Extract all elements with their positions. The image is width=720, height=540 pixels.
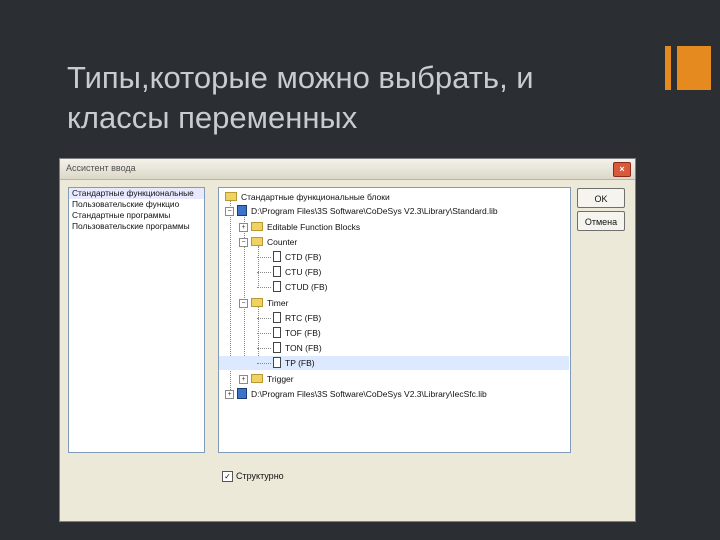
tree-connector xyxy=(257,287,271,289)
tree-connector xyxy=(257,257,271,259)
input-assistant-dialog: Ассистент ввода × Стандартные функционал… xyxy=(59,158,636,522)
folder-icon xyxy=(251,222,263,231)
category-list[interactable]: Стандартные функциональные Пользовательс… xyxy=(68,187,205,453)
corner-bar xyxy=(665,46,671,90)
tree-connector xyxy=(257,348,271,350)
corner-box xyxy=(677,46,711,90)
tree-view[interactable]: Стандартные функциональные блоки − D:\Pr… xyxy=(218,187,571,453)
corner-decoration xyxy=(665,46,711,90)
library-icon xyxy=(237,205,247,216)
tree-connector xyxy=(257,333,271,335)
function-block-icon xyxy=(273,312,281,323)
tree-row-tp[interactable]: TP (FB) xyxy=(219,356,569,370)
tree-connector xyxy=(257,272,271,274)
collapse-icon[interactable]: − xyxy=(239,238,248,247)
slide-title-line-2: классы переменных xyxy=(67,100,358,135)
function-block-icon xyxy=(273,266,281,277)
expand-icon[interactable]: + xyxy=(225,390,234,399)
folder-open-icon xyxy=(251,237,263,246)
slide-title-line-1: Типы,которые можно выбрать, и xyxy=(67,60,534,95)
dialog-title: Ассистент ввода xyxy=(66,163,136,173)
expand-icon[interactable]: + xyxy=(239,223,248,232)
collapse-icon[interactable]: − xyxy=(239,299,248,308)
close-icon[interactable]: × xyxy=(613,162,631,177)
category-item-standard-fb[interactable]: Стандартные функциональные xyxy=(69,188,204,199)
structured-checkbox[interactable]: ✓ xyxy=(222,471,233,482)
expand-icon[interactable]: + xyxy=(239,375,248,384)
function-block-icon xyxy=(273,327,281,338)
tree-connector xyxy=(244,214,246,366)
folder-icon xyxy=(225,192,237,201)
category-item-user-fb[interactable]: Пользовательские функцио xyxy=(69,199,204,210)
category-item-standard-programs[interactable]: Стандартные программы xyxy=(69,210,204,221)
folder-icon xyxy=(251,374,263,383)
collapse-icon[interactable]: − xyxy=(225,207,234,216)
function-block-icon xyxy=(273,357,281,368)
tree-connector xyxy=(257,318,271,320)
function-block-icon xyxy=(273,281,281,292)
folder-open-icon xyxy=(251,298,263,307)
function-block-icon xyxy=(273,251,281,262)
function-block-icon xyxy=(273,342,281,353)
ok-button[interactable]: OK xyxy=(577,188,625,208)
tree-connector xyxy=(258,246,260,286)
slide-title: Типы,которые можно выбрать, и классы пер… xyxy=(67,58,627,138)
tree-connector xyxy=(257,363,271,365)
cancel-button[interactable]: Отмена xyxy=(577,211,625,231)
category-item-user-programs[interactable]: Пользовательские программы xyxy=(69,221,204,232)
dialog-titlebar[interactable]: Ассистент ввода × xyxy=(60,159,635,180)
library-icon xyxy=(237,388,247,399)
structured-label: Структурно xyxy=(236,471,284,481)
